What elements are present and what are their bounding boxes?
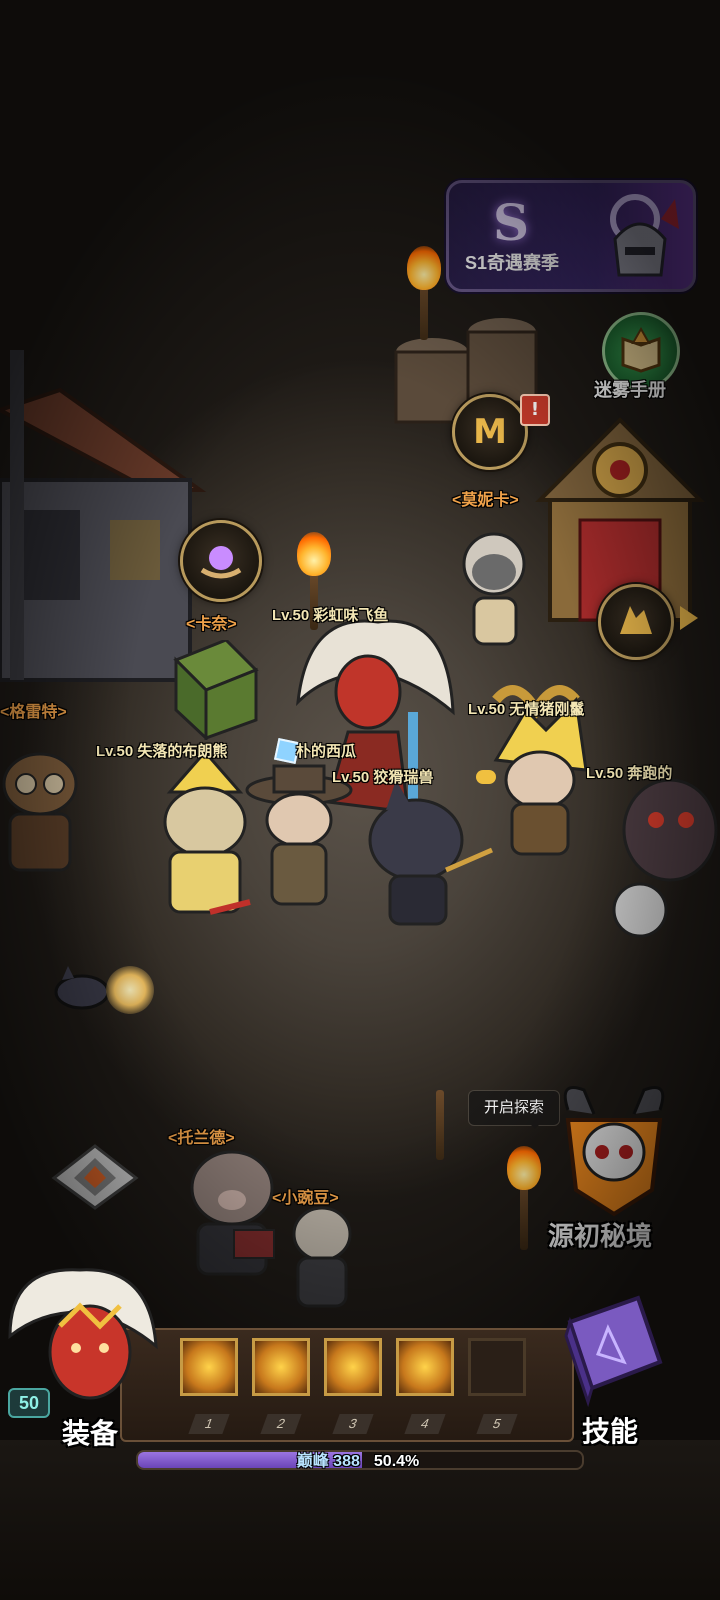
skill-slot-5-empty[interactable]: [468, 1338, 526, 1396]
skill-slot-3-icon[interactable]: [324, 1338, 382, 1396]
skill-slot-1-icon[interactable]: [180, 1338, 238, 1396]
torch-flame-icon: [507, 1146, 541, 1190]
fog-manual-label: 迷雾手册: [594, 380, 666, 400]
skill-slot-number: 3: [332, 1414, 374, 1434]
glowing-orb-icon[interactable]: [106, 966, 154, 1014]
black-cat-pet[interactable]: [52, 964, 112, 1010]
player-name-3: Lv.50 狡猾瑞兽: [332, 769, 434, 786]
explore-tip: 开启探索: [468, 1090, 560, 1129]
torch-flame-icon: [297, 532, 331, 576]
player-dice-box: [173, 640, 259, 740]
skill-slot-2-icon[interactable]: [252, 1338, 310, 1396]
skill-slot-number: 1: [188, 1414, 230, 1434]
fog-manual-button[interactable]: 迷雾手册: [594, 312, 692, 408]
origin-realm-label: 源初秘境: [548, 1221, 653, 1251]
xp-percent: 50.4%: [373, 1453, 420, 1470]
player-name-1: Lv.50 彩虹味飞鱼: [272, 607, 389, 624]
season-label: S1奇遇赛季: [465, 253, 560, 273]
player-name-4: Lv.50 无情猪刚鬣: [468, 701, 585, 718]
bull-merchant-character[interactable]: [0, 744, 80, 874]
torch-post: [436, 1090, 444, 1160]
skill-slot-number: 5: [476, 1414, 518, 1434]
map-marker-icon[interactable]: [50, 1142, 140, 1212]
fox-npc-icon[interactable]: [598, 584, 674, 660]
xp-text: 巅峰 388 50.4%: [136, 1447, 580, 1471]
bald-villager-character[interactable]: [450, 528, 540, 648]
kanai-npc-icon[interactable]: [180, 520, 262, 602]
season-banner[interactable]: S S1奇遇赛季: [446, 180, 696, 292]
equipment-button[interactable]: 装备: [62, 1412, 118, 1452]
npc-label-gret: <格雷特>: [0, 704, 67, 721]
arrow-right-icon[interactable]: [680, 606, 698, 630]
player-name-2: Lv.50 失落的布朗熊: [96, 743, 228, 760]
skill-book-icon[interactable]: [548, 1292, 678, 1412]
player-name-5: Lv.50 奔跑的: [586, 765, 673, 782]
skill-slot-number: 2: [260, 1414, 302, 1434]
level-badge: 50: [8, 1388, 50, 1418]
sheep-villager-character[interactable]: [282, 1200, 362, 1310]
season-s-icon: S: [492, 193, 530, 252]
pointing-hand-icon: [476, 770, 496, 784]
pig-scholar-character[interactable]: [172, 1138, 292, 1278]
player-name-2b: 朴的西瓜: [296, 743, 357, 760]
npc-label-monica: <莫妮卡>: [452, 492, 519, 509]
origin-realm-button[interactable]: 源初秘境: [548, 1080, 680, 1260]
skill-slot-number: 4: [404, 1414, 446, 1434]
torch-flame-icon: [407, 246, 441, 290]
npc-label-kanai: <卡奈>: [186, 616, 237, 633]
torch-post: [520, 1180, 528, 1250]
skill-slot-4-icon[interactable]: [396, 1338, 454, 1396]
skull-helm-icon: [563, 1086, 665, 1217]
bottom-hud: 50 装备 1 2 3 4 5 技能 巅峰 388 50.4%: [0, 1268, 720, 1600]
xp-peak-level: 巅峰 388: [296, 1453, 360, 1470]
helmet-icon: [610, 194, 679, 277]
monica-npc-icon[interactable]: M: [452, 394, 528, 470]
alert-badge-icon: !: [520, 394, 550, 426]
player-dark-wolf-character[interactable]: [356, 780, 496, 930]
skill-button[interactable]: 技能: [582, 1410, 638, 1450]
